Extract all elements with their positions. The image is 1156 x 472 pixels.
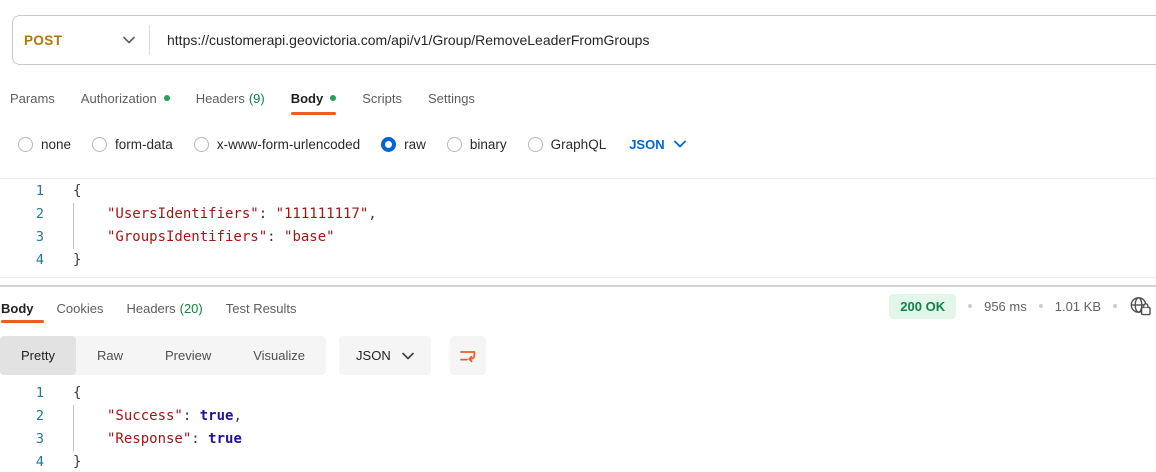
postman-request-view: POST https://customerapi.geovictoria.com… [0, 0, 1156, 472]
indent-guide [73, 405, 107, 428]
wrap-text-button[interactable] [449, 336, 486, 375]
response-tab-headers[interactable]: Headers (20) [126, 301, 202, 316]
indent-guide [73, 428, 107, 451]
indent-guide [73, 203, 107, 226]
view-visualize-button[interactable]: Visualize [232, 336, 326, 375]
wrap-text-icon [459, 347, 477, 365]
radio-icon [18, 136, 33, 152]
green-status-dot [163, 95, 170, 101]
chevron-down-icon [673, 140, 686, 148]
headers-count: (9) [248, 90, 265, 106]
body-type-binary[interactable]: binary [446, 136, 507, 152]
response-tab-body[interactable]: Body [1, 301, 43, 323]
code-line: 2 "Success": true, [0, 405, 1156, 428]
radio-icon [446, 136, 462, 152]
response-time: 956 ms [984, 298, 1027, 314]
indent-guide [73, 226, 107, 249]
line-number: 3 [35, 229, 44, 245]
url-bar: POST https://customerapi.geovictoria.com… [12, 15, 1156, 65]
response-size: 1.01 KB [1054, 298, 1101, 314]
chevron-down-icon [401, 352, 414, 360]
body-type-form-data[interactable]: form-data [92, 136, 173, 152]
code-text: "GroupsIdentifiers": "base" [44, 226, 335, 249]
method-label: POST [24, 32, 63, 48]
editor-top-divider [0, 178, 1156, 179]
url-input[interactable]: https://customerapi.geovictoria.com/api/… [167, 32, 649, 48]
code-text: "Success": true, [44, 405, 242, 428]
body-type-graphql[interactable]: GraphQL [527, 136, 606, 152]
code-text: { [73, 183, 82, 199]
tab-scripts[interactable]: Scripts [362, 91, 402, 106]
line-number: 4 [35, 252, 44, 268]
radio-icon [92, 136, 108, 152]
body-type-raw[interactable]: raw [381, 136, 426, 152]
response-tab-test-results[interactable]: Test Results [226, 301, 297, 316]
chevron-down-icon [123, 36, 135, 44]
status-badge: 200 OK [889, 293, 957, 319]
separator-dot [1038, 304, 1043, 308]
radio-selected-icon [381, 136, 397, 152]
code-line: 1{ [0, 382, 1156, 405]
code-text: "UsersIdentifiers": "111111117", [44, 203, 377, 226]
view-mode-group: Pretty Raw Preview Visualize [0, 336, 327, 375]
line-number: 1 [35, 183, 44, 199]
response-tabs: Body Cookies Headers (20) Test Results [1, 296, 297, 323]
body-type-urlencoded[interactable]: x-www-form-urlencoded [193, 136, 360, 152]
view-preview-button[interactable]: Preview [144, 336, 232, 375]
code-text: { [73, 385, 82, 401]
code-text: "Response": true [44, 428, 242, 451]
code-line: 4} [0, 451, 1156, 472]
globe-lock-icon[interactable] [1129, 295, 1152, 317]
line-number: 1 [35, 385, 44, 401]
request-body-editor[interactable]: 1{2 "UsersIdentifiers": "111111117", 3 "Gro… [0, 180, 1156, 272]
method-url-divider [149, 25, 150, 55]
code-line: 3 "Response": true [0, 428, 1156, 451]
response-view-toolbar: Pretty Raw Preview Visualize JSON [0, 336, 486, 375]
response-pane: Body Cookies Headers (20) Test Results 20… [0, 285, 1156, 472]
response-status-bar: 200 OK 956 ms 1.01 KB [889, 292, 1152, 320]
code-text: } [73, 252, 82, 268]
response-language-dropdown[interactable]: JSON [339, 336, 431, 375]
method-selector[interactable]: POST [13, 16, 149, 64]
response-tab-cookies[interactable]: Cookies [57, 301, 104, 316]
tab-authorization[interactable]: Authorization [81, 91, 170, 106]
code-line: 3 "GroupsIdentifiers": "base" [0, 226, 1156, 249]
code-text: } [73, 454, 82, 470]
code-line: 2 "UsersIdentifiers": "111111117", [0, 203, 1156, 226]
view-raw-button[interactable]: Raw [76, 336, 144, 375]
view-pretty-button[interactable]: Pretty [0, 336, 76, 375]
body-language-dropdown[interactable]: JSON [629, 137, 686, 152]
tab-params[interactable]: Params [10, 91, 55, 106]
tab-headers[interactable]: Headers (9) [196, 91, 265, 106]
tab-body[interactable]: Body [290, 91, 337, 115]
body-type-row: none form-data x-www-form-urlencoded raw… [18, 129, 686, 159]
request-tabs: Params Authorization Headers (9) Body Scr… [10, 84, 475, 115]
line-number: 2 [35, 206, 44, 222]
line-number: 3 [35, 431, 44, 447]
radio-icon [193, 136, 209, 152]
body-type-none[interactable]: none [18, 136, 71, 152]
code-line: 1{ [0, 180, 1156, 203]
response-body-editor[interactable]: 1{2 "Success": true, 3 "Response": true 4} [0, 382, 1156, 472]
line-number: 2 [35, 408, 44, 424]
pane-splitter[interactable] [0, 277, 1156, 278]
code-line: 4} [0, 249, 1156, 272]
separator-dot [968, 304, 973, 308]
tab-settings[interactable]: Settings [428, 91, 475, 106]
headers-count: (20) [179, 300, 203, 316]
line-number: 4 [35, 454, 44, 470]
separator-dot [1113, 304, 1117, 308]
green-status-dot [330, 95, 337, 101]
radio-icon [527, 136, 543, 152]
